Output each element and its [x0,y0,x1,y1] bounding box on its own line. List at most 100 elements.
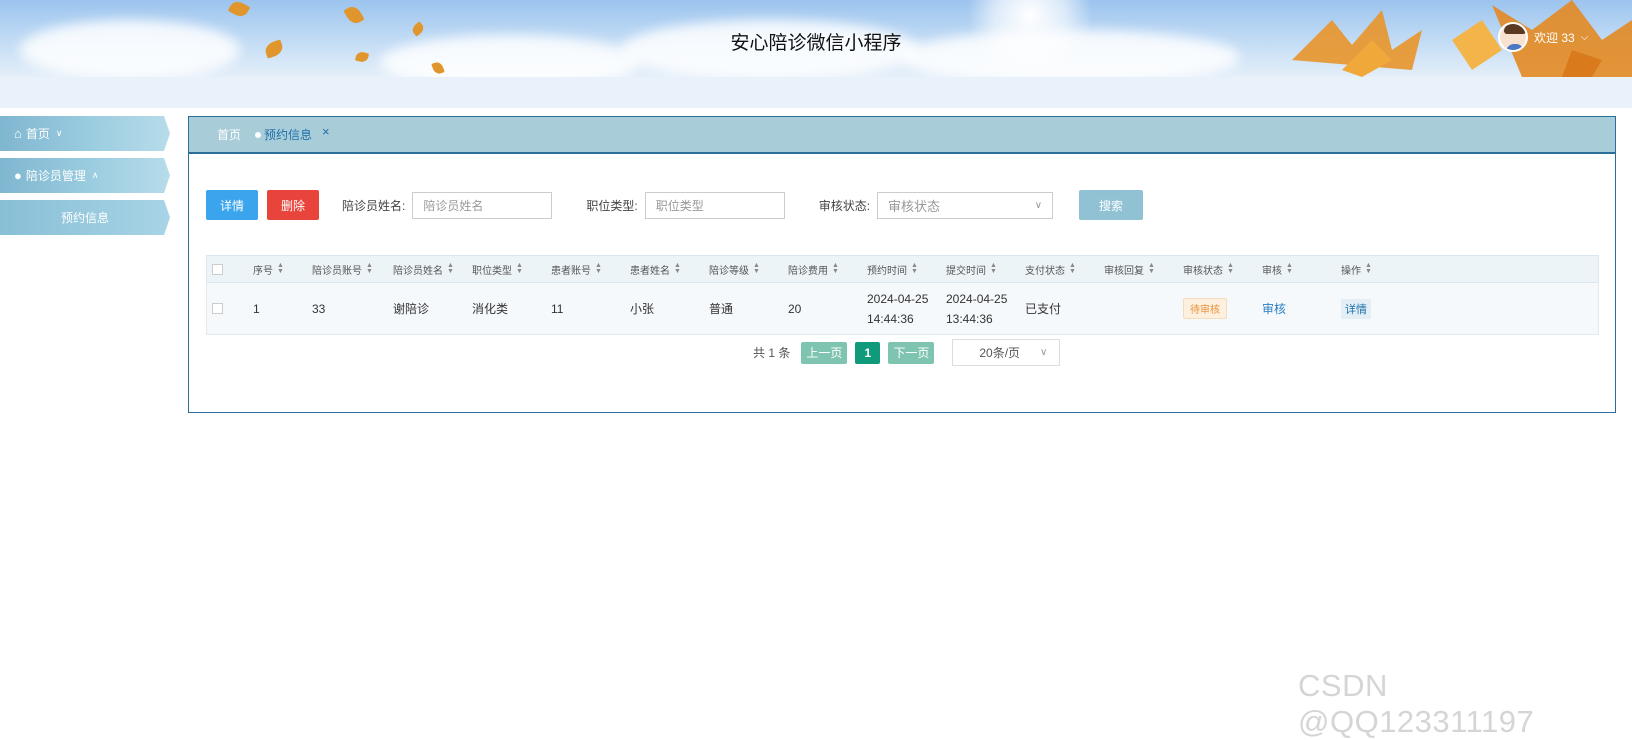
escort-name-input[interactable]: 陪诊员姓名 [412,191,553,219]
sub-header-bar [0,77,1632,108]
column-header[interactable]: 审核状态 ▲ ▼ [1183,262,1262,277]
submit-clock: 13:44:36 [946,311,993,326]
appointment-clock: 14:44:36 [867,311,914,326]
tab-bar: 首页 预约信息 × [189,117,1615,154]
column-header[interactable]: 操作 ▲ ▼ [1341,262,1420,277]
next-page-button[interactable]: 下一页 [888,341,935,364]
sort-icon: ▲ ▼ [277,262,284,275]
column-header[interactable]: 陪诊员姓名 ▲ ▼ [393,262,472,277]
cell-level: 普通 [709,302,734,316]
sort-icon: ▲ ▼ [1148,262,1155,275]
main-panel: 首页 预约信息 × 详情 删除 陪诊员姓名: 陪诊员姓名 职位类型: 职位类型 … [188,116,1616,413]
column-header[interactable]: 支付状态 ▲ ▼ [1025,262,1104,277]
sort-icon: ▲ ▼ [366,262,373,275]
cell-fee: 20 [788,301,802,316]
cell-action: 详情 [1341,298,1420,319]
escort-name-label: 陪诊员姓名: [342,198,406,213]
sidebar-item-label: 预约信息 [60,211,109,225]
column-header-label: 患者姓名 [630,265,670,277]
sort-icon: ▲ ▼ [516,262,523,275]
search-toolbar: 详情 删除 陪诊员姓名: 陪诊员姓名 职位类型: 职位类型 审核状态: 审核状态… [206,190,1144,220]
cell-submit-time: 2024-04-25 13:44:36 [946,289,1025,329]
column-header-label: 提交时间 [946,265,986,277]
cell-escort-account: 33 [312,301,326,316]
sort-icon: ▲ ▼ [1365,262,1372,275]
column-header-label: 陪诊等级 [709,265,749,277]
position-input[interactable]: 职位类型 [644,191,785,219]
chevron-down-icon: ∨ [1040,347,1048,358]
app-title: 安心陪诊微信小程序 [730,33,902,54]
chevron-down-icon: ∨ [1034,199,1043,211]
sort-icon: ▲ ▼ [674,262,681,275]
column-header[interactable]: 审核 ▲ ▼ [1262,262,1341,277]
sidebar-item-home[interactable]: ⌂ 首页 ∨ [0,116,170,151]
row-checkbox[interactable] [212,303,223,314]
status-badge: 待审核 [1183,298,1227,319]
column-header-label: 陪诊员账号 [312,265,362,277]
total-count: 共 1 条 [753,346,791,360]
row-checkbox-cell [207,303,253,314]
data-table: 序号 ▲ ▼ 陪诊员账号 ▲ ▼ 陪诊员姓名 ▲ ▼ 职位类型 ▲ ▼ 患者账号 ▲ ▼ 患者姓名 ▲… [206,255,1599,335]
column-header-label: 陪诊员姓名 [393,265,443,277]
column-header[interactable]: 提交时间 ▲ ▼ [946,262,1025,277]
table-row[interactable]: 1 33 谢陪诊 消化类 11 小张 普通 20 2024-04-25 14:4… [206,283,1599,335]
watermark: CSDN @QQ123311197 [1298,668,1535,739]
status-select[interactable]: 审核状态 ∨ [877,191,1054,219]
column-header-label: 支付状态 [1025,265,1065,277]
column-header[interactable]: 患者账号 ▲ ▼ [551,262,630,277]
audit-link[interactable]: 审核 [1262,300,1286,317]
cell-index: 1 [253,301,260,316]
select-all-checkbox[interactable] [212,263,223,275]
sidebar-item-label: 陪诊员管理 [25,169,86,183]
column-header[interactable]: 陪诊费用 ▲ ▼ [788,262,867,277]
column-header[interactable]: 预约时间 ▲ ▼ [867,262,946,277]
welcome-text: 欢迎 33 [1534,30,1575,45]
cell-audit-status: 待审核 [1183,298,1262,319]
sort-icon: ▲ ▼ [1227,262,1234,275]
cell-patient-name: 小张 [630,302,655,316]
column-header[interactable]: 患者姓名 ▲ ▼ [630,262,709,277]
position-label: 职位类型: [586,198,638,213]
prev-page-button[interactable]: 上一页 [801,341,848,364]
column-header-label: 陪诊费用 [788,265,828,277]
tab-label: 预约信息 [264,128,313,142]
sort-icon: ▲ ▼ [595,262,602,275]
column-header[interactable]: 职位类型 ▲ ▼ [472,262,551,277]
header-checkbox-cell [207,263,253,275]
detail-button[interactable]: 详情 [206,190,258,220]
active-dot-icon [255,131,262,138]
sidebar-item-label: 首页 [25,127,50,141]
sort-icon: ▲ ▼ [1286,262,1293,275]
cell-pay-status: 已支付 [1025,302,1062,316]
column-header-label: 操作 [1341,265,1361,277]
column-header[interactable]: 陪诊等级 ▲ ▼ [709,262,788,277]
page-size-value: 20条/页 [979,346,1021,360]
user-menu[interactable]: 欢迎 33 ⌵ [1498,22,1588,52]
page-number-current[interactable]: 1 [855,341,881,364]
home-icon: ⌂ [14,126,22,141]
delete-button[interactable]: 删除 [267,190,319,220]
leaf-decoration [343,3,365,27]
column-header[interactable]: 陪诊员账号 ▲ ▼ [312,262,393,277]
sidebar-item-appointments[interactable]: 预约信息 [0,200,170,235]
table-header: 序号 ▲ ▼ 陪诊员账号 ▲ ▼ 陪诊员姓名 ▲ ▼ 职位类型 ▲ ▼ 患者账号 ▲ ▼ 患者姓名 ▲… [206,255,1599,283]
column-header-label: 审核 [1262,265,1282,277]
tab-home[interactable]: 首页 [217,126,241,143]
chevron-down-icon: ∨ [55,128,63,138]
row-detail-button[interactable]: 详情 [1341,298,1371,319]
sort-icon: ▲ ▼ [753,262,760,275]
column-header-label: 预约时间 [867,265,907,277]
user-icon: ● [14,168,22,183]
sort-icon: ▲ ▼ [447,262,454,275]
column-header-label: 审核回复 [1104,265,1144,277]
sidebar-item-escort-management[interactable]: ● 陪诊员管理 ∧ [0,158,170,193]
column-header[interactable]: 序号 ▲ ▼ [253,262,312,277]
column-header[interactable]: 审核回复 ▲ ▼ [1104,262,1183,277]
avatar [1498,22,1528,52]
tab-appointments[interactable]: 预约信息 [255,126,312,143]
column-header-label: 患者账号 [551,265,591,277]
page-size-select[interactable]: 20条/页 ∨ [952,339,1061,366]
status-select-value: 审核状态 [888,198,941,214]
search-button[interactable]: 搜索 [1079,190,1144,220]
close-icon[interactable]: × [322,124,330,139]
